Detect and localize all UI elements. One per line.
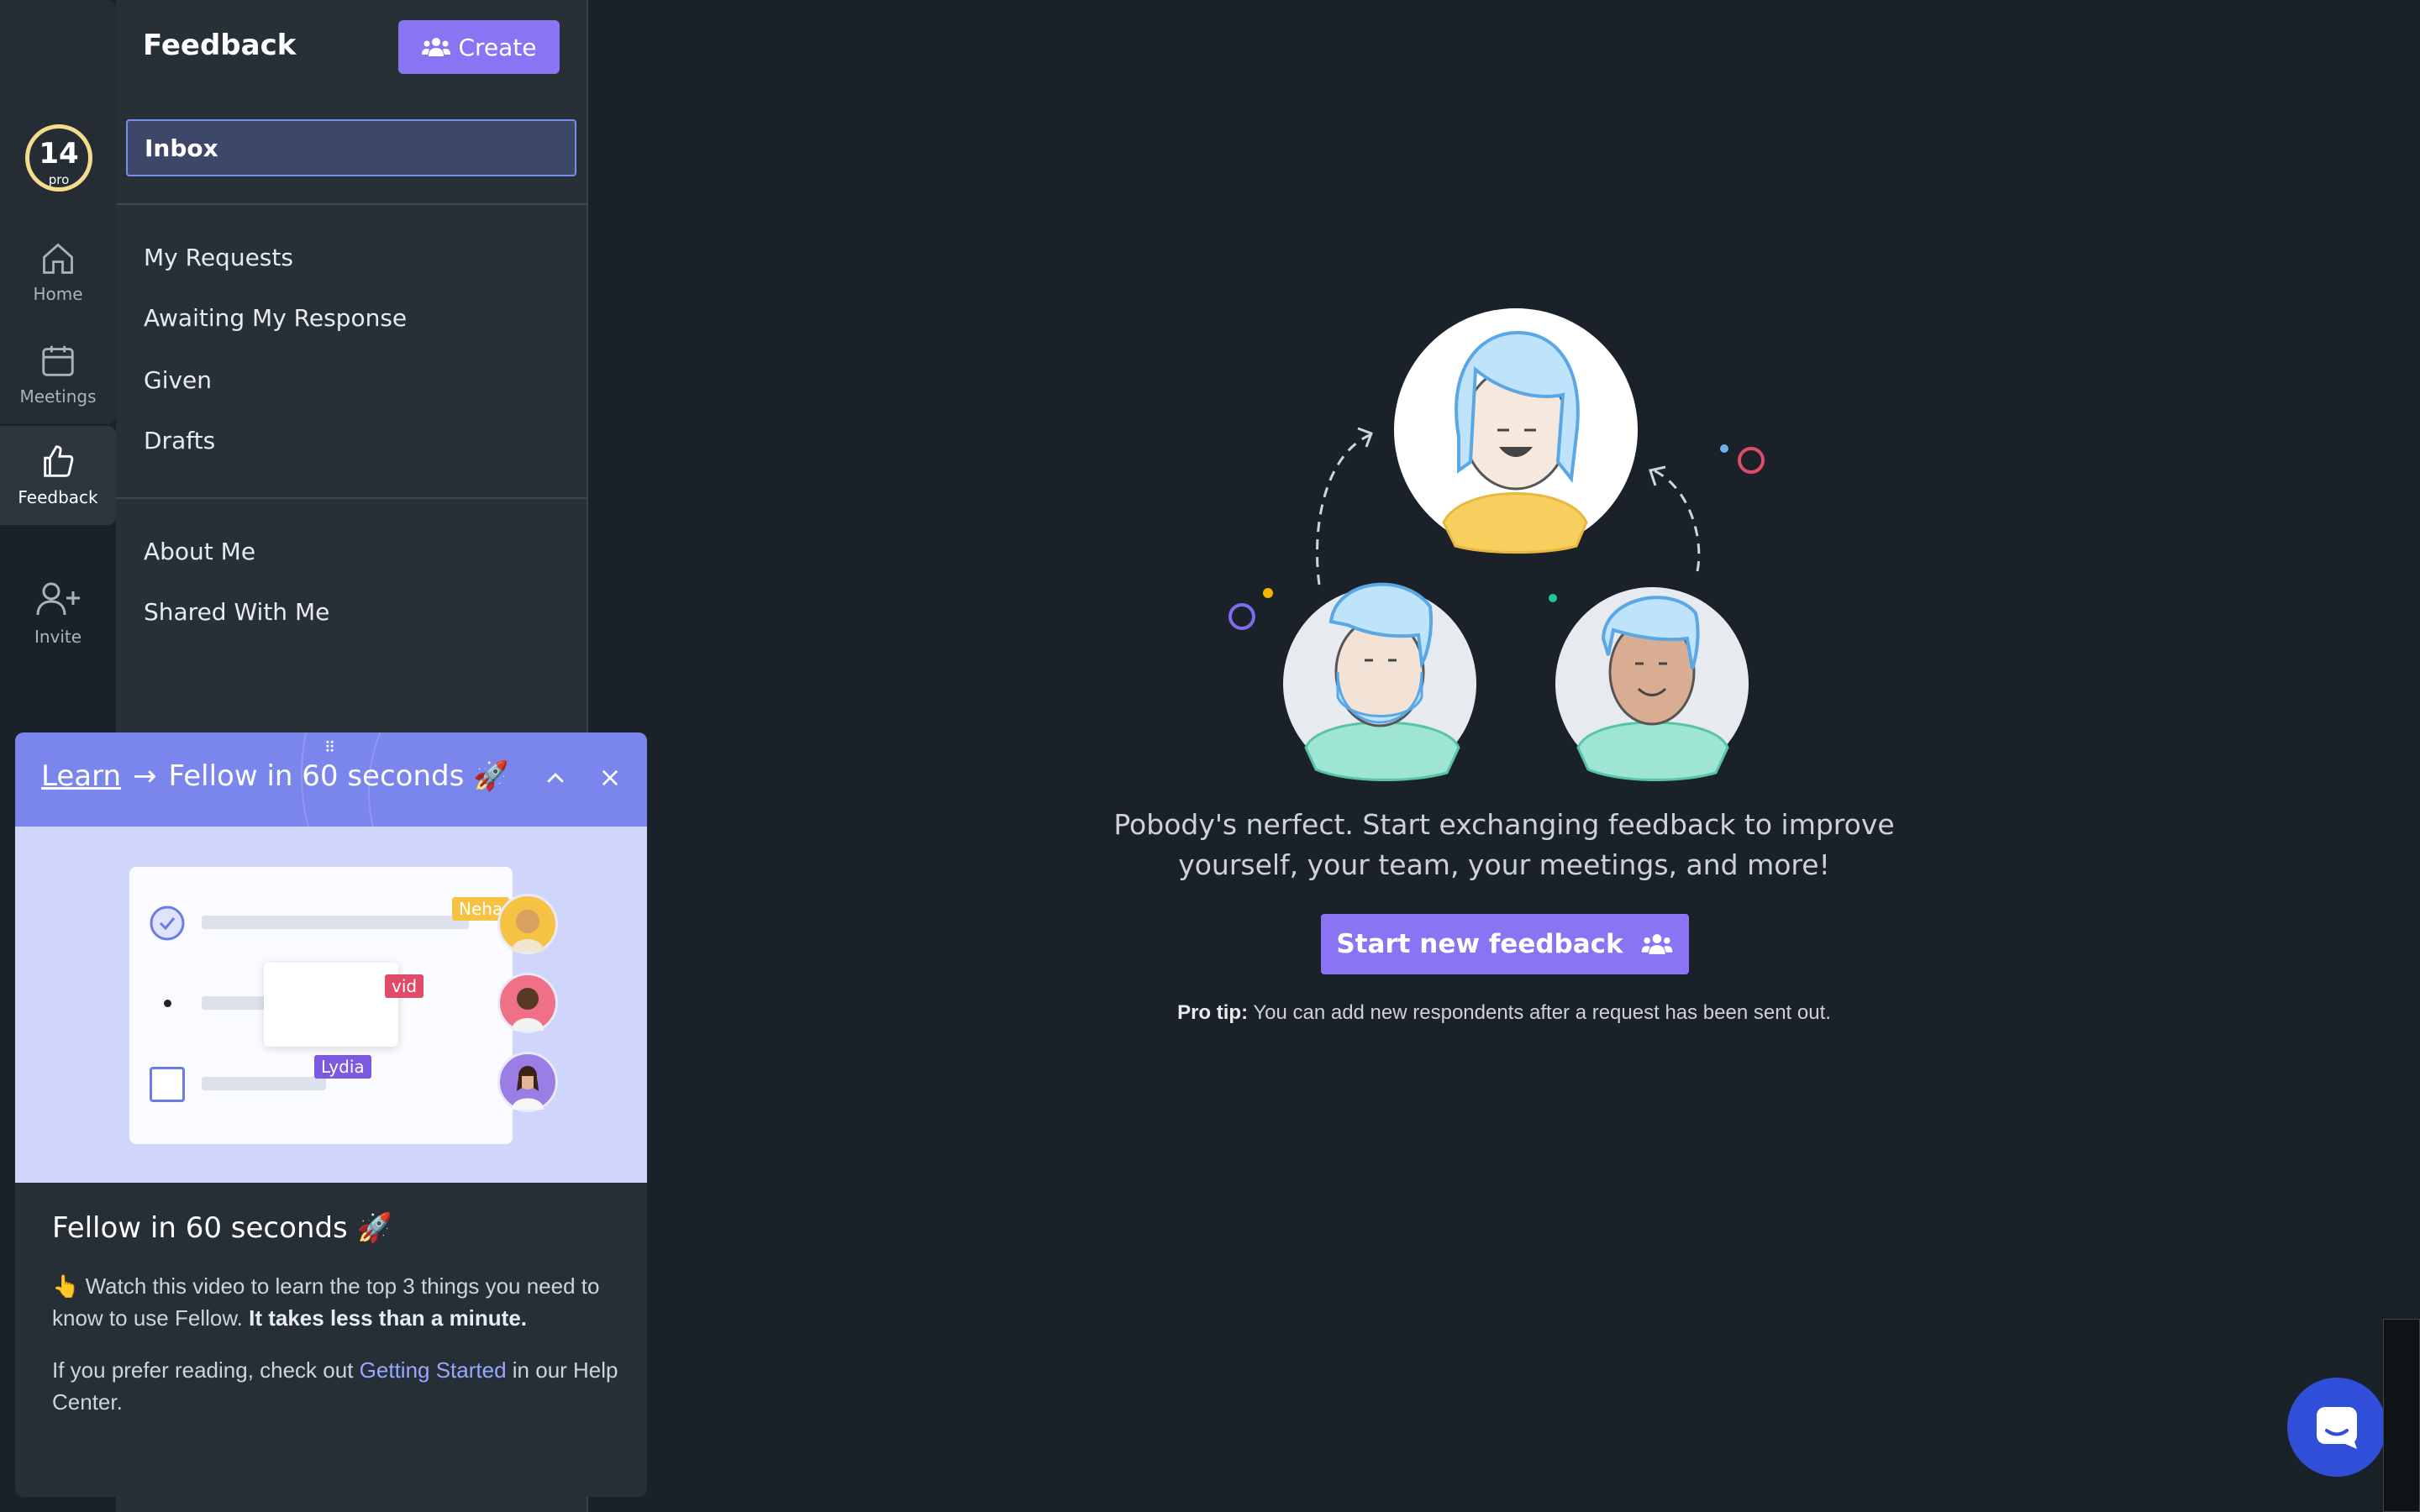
rail-item-meetings[interactable]: Meetings [0, 341, 116, 407]
rail-item-label: Home [33, 284, 83, 304]
add-user-icon [36, 582, 80, 616]
checkbox-icon [150, 1067, 185, 1102]
learn-panel: ⠿ Learn → Fellow in 60 seconds 🚀 Neha vi… [15, 732, 647, 1497]
sidebar-item-given[interactable]: Given [144, 366, 212, 394]
learn-description: 👆 Watch this video to learn the top 3 th… [52, 1270, 623, 1334]
start-new-feedback-button[interactable]: Start new feedback [1321, 914, 1689, 974]
close-icon[interactable] [598, 766, 622, 798]
sidebar-title: Feedback [143, 29, 297, 62]
thumbs-up-icon [44, 445, 74, 477]
learn-text: If you prefer reading, check out [52, 1357, 360, 1383]
empty-state-message: Pobody's nerfect. Start exchanging feedb… [1113, 808, 1895, 881]
drag-handle-icon[interactable]: ⠿ [324, 739, 336, 757]
users-icon [422, 38, 451, 56]
cursor-tag-david: vid [385, 974, 424, 998]
task-bar [202, 916, 469, 929]
video-thumbnail[interactable]: Neha vid Lydia [15, 827, 647, 1183]
pro-tip-label: Pro tip: [1177, 1001, 1249, 1024]
learn-card-title: Fellow in 60 seconds 🚀 [52, 1211, 392, 1245]
create-button[interactable]: Create [398, 20, 560, 74]
collapse-icon[interactable] [543, 766, 568, 798]
bullet-dot [164, 1000, 171, 1007]
start-button-label: Start new feedback [1336, 929, 1623, 959]
chat-icon [2317, 1407, 2357, 1449]
pro-tip-text: You can add new respondents after a requ… [1248, 1001, 1831, 1024]
rail-item-label: Invite [34, 627, 82, 647]
getting-started-link[interactable]: Getting Started [360, 1357, 507, 1383]
sidebar-item-drafts[interactable]: Drafts [144, 427, 215, 454]
learn-link[interactable]: Learn [41, 759, 121, 793]
rail-item-invite[interactable]: Invite [0, 580, 116, 647]
rail-item-label: Feedback [18, 487, 98, 507]
home-icon [43, 243, 73, 274]
sidebar-item-about-me[interactable]: About Me [144, 538, 255, 565]
learn-help-text: If you prefer reading, check out Getting… [52, 1354, 623, 1418]
check-circle-icon [150, 906, 185, 941]
sidebar-item-inbox[interactable]: Inbox [126, 119, 576, 176]
screen-preview-thumbnail [2383, 1319, 2420, 1512]
rail-item-home[interactable]: Home [0, 240, 116, 304]
divider [116, 203, 588, 205]
calendar-icon [42, 345, 74, 376]
learn-emphasis: It takes less than a minute. [249, 1305, 528, 1331]
streak-badge[interactable]: 14 pro [25, 124, 92, 192]
task-bar [202, 996, 269, 1010]
task-bar [202, 1077, 326, 1090]
sidebar-item-awaiting-my-response[interactable]: Awaiting My Response [144, 304, 407, 332]
pro-tip: Pro tip: You can add new respondents aft… [1092, 1001, 1916, 1025]
learn-panel-title: Fellow in 60 seconds 🚀 [168, 759, 509, 793]
divider [116, 497, 588, 499]
cursor-tag-lydia: Lydia [314, 1055, 371, 1079]
feedback-illustration [1228, 308, 1765, 782]
avatar [497, 894, 558, 954]
learn-panel-header: ⠿ Learn → Fellow in 60 seconds 🚀 [15, 732, 647, 827]
popup-card [264, 963, 398, 1047]
sidebar-item-my-requests[interactable]: My Requests [144, 244, 293, 271]
streak-pro-label: pro [48, 172, 70, 187]
streak-number: 14 [39, 137, 79, 171]
arrow-right-icon: → [133, 759, 157, 793]
rail-item-label: Meetings [19, 386, 97, 407]
create-button-label: Create [458, 33, 537, 61]
users-icon [1641, 934, 1672, 954]
avatar [497, 973, 558, 1033]
sidebar-item-shared-with-me[interactable]: Shared With Me [144, 598, 329, 626]
avatar [497, 1052, 558, 1112]
chat-launcher-button[interactable] [2287, 1378, 2386, 1477]
rail-item-feedback[interactable]: Feedback [0, 442, 116, 507]
